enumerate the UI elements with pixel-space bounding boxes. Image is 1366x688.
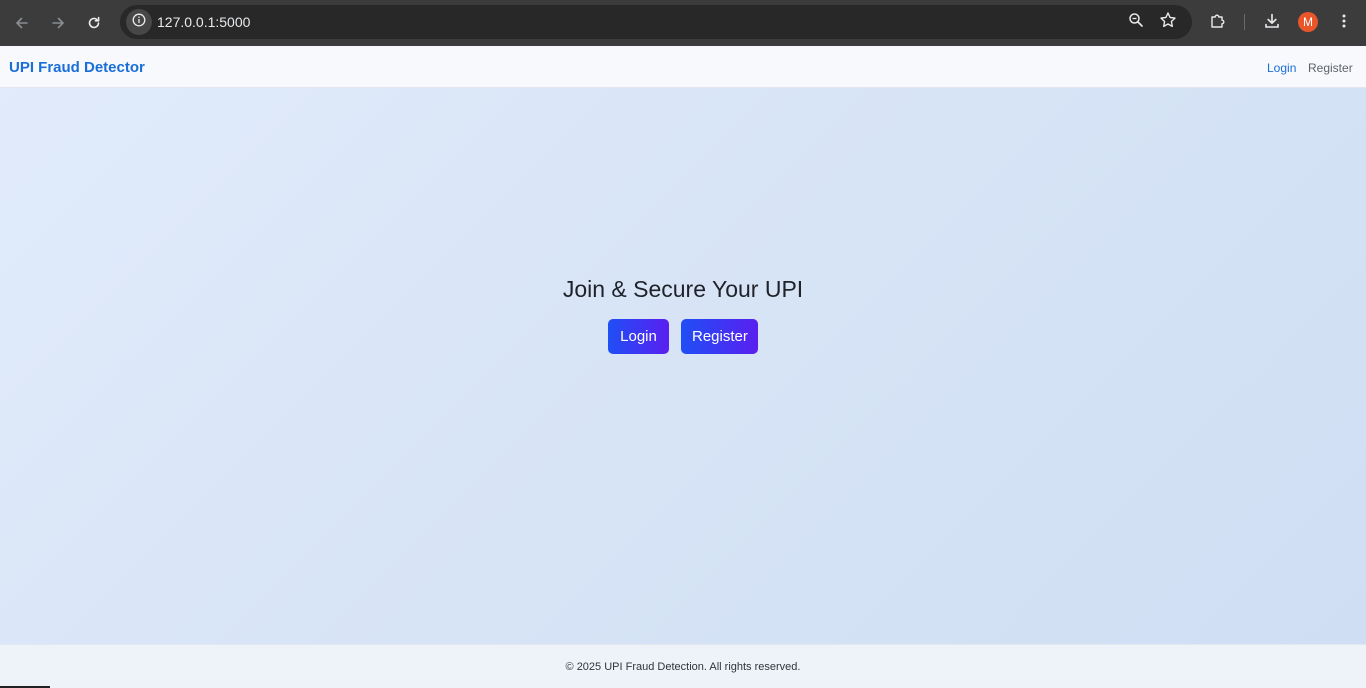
register-button[interactable]: Register [681,319,758,354]
reload-button[interactable] [80,9,108,37]
star-icon [1159,11,1177,34]
kebab-menu-icon [1336,13,1352,34]
toolbar-divider [1244,14,1245,30]
zoom-button[interactable] [1124,10,1148,34]
nav-login-link[interactable]: Login [1267,60,1296,76]
footer-copyright: © 2025 UPI Fraud Detection. All rights r… [565,661,801,673]
nav-register-link[interactable]: Register [1308,60,1353,76]
arrow-left-icon [14,15,30,31]
back-button[interactable] [8,9,36,37]
site-footer: © 2025 UPI Fraud Detection. All rights r… [0,644,1366,688]
hero-title: Join & Secure Your UPI [562,276,804,302]
info-icon [132,13,146,32]
address-bar[interactable]: 127.0.0.1:5000 [120,5,1192,39]
hero-button-group: Login Register [0,319,1366,354]
bookmark-button[interactable] [1156,10,1180,34]
arrow-right-icon [50,15,66,31]
downloads-button[interactable] [1258,9,1286,37]
puzzle-icon [1209,12,1227,35]
zoom-icon [1128,12,1144,33]
hero-section: Join & Secure Your UPI Login Register [0,274,1366,354]
download-icon [1263,12,1281,35]
brand-link[interactable]: UPI Fraud Detector [9,59,145,77]
page-viewport: UPI Fraud Detector Login Register Join &… [0,46,1366,688]
site-info-button[interactable] [126,9,152,35]
profile-avatar[interactable]: M [1298,12,1318,32]
login-button[interactable]: Login [608,319,669,354]
browser-toolbar: 127.0.0.1:5000 M [0,0,1366,46]
extensions-button[interactable] [1204,9,1232,37]
browser-menu-button[interactable] [1330,9,1358,37]
reload-icon [86,15,102,31]
forward-button[interactable] [44,9,72,37]
url-text[interactable]: 127.0.0.1:5000 [157,14,250,30]
site-navbar: UPI Fraud Detector Login Register [0,46,1366,88]
